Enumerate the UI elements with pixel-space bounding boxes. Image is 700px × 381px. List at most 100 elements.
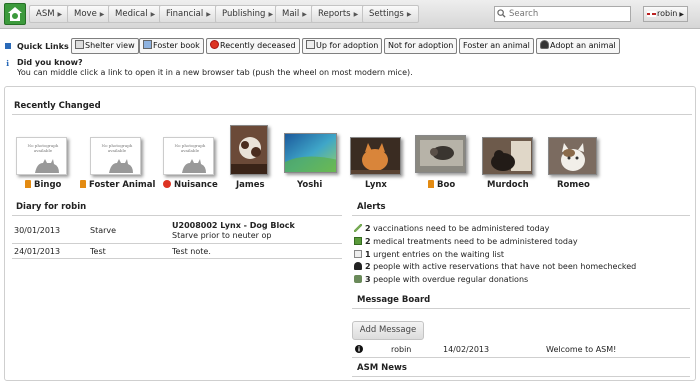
menu-move[interactable]: Move ▶	[67, 5, 112, 23]
top-menu-bar: ASM ▶ Move ▶ Medical ▶ Financial ▶ Publishin…	[0, 0, 700, 29]
cat-silhouette-icon	[35, 159, 59, 173]
caret-right-icon: ▶	[99, 11, 105, 18]
animal-name-text: Lynx	[365, 180, 387, 190]
animal-name-lynx[interactable]: Lynx	[365, 180, 387, 190]
money-icon	[354, 275, 362, 283]
no-photo-text: No photograph available	[27, 143, 59, 153]
quick-link-label: Recently deceased	[220, 41, 296, 50]
user-name: robin	[657, 9, 678, 18]
diary-date: 24/01/2013	[14, 247, 61, 256]
alert-donations[interactable]: 3 people with overdue regular donations	[354, 275, 528, 284]
user-menu-button[interactable]: robin ▶	[643, 6, 688, 22]
animal-name-text: Murdoch	[487, 180, 529, 190]
animal-thumb-murdoch[interactable]	[482, 137, 533, 175]
animal-name-text: James	[236, 180, 265, 190]
animal-name-murdoch[interactable]: Murdoch	[487, 180, 529, 190]
diary-note[interactable]: Test note.	[172, 247, 211, 256]
animal-thumb-foster-animal[interactable]: No photograph available	[90, 137, 141, 175]
menu-medical[interactable]: Medical ▶	[108, 5, 163, 23]
menu-financial[interactable]: Financial ▶	[159, 5, 218, 23]
divider	[352, 215, 690, 216]
divider	[352, 308, 690, 309]
animal-name-bingo[interactable]: Bingo	[25, 180, 61, 190]
menu-label: Medical	[115, 9, 148, 19]
caret-right-icon: ▶	[268, 11, 274, 18]
document-icon	[354, 250, 362, 258]
diary-heading: Diary for robin	[16, 202, 87, 212]
deceased-icon	[210, 40, 219, 49]
animal-thumb-romeo[interactable]	[548, 137, 597, 175]
menu-settings[interactable]: Settings ▶	[362, 5, 419, 23]
alert-waiting-list[interactable]: 1 urgent entries on the waiting list	[354, 250, 504, 259]
alert-count: 1	[365, 250, 371, 259]
message-date: 14/02/2013	[443, 345, 490, 354]
alert-vaccinations[interactable]: 2 vaccinations need to be administered t…	[354, 224, 549, 233]
divider	[12, 243, 342, 244]
alert-count: 2	[365, 237, 371, 246]
message-user: robin	[391, 345, 412, 354]
red-alert-icon	[163, 180, 171, 188]
caret-right-icon: ▶	[57, 11, 63, 18]
animal-name-yoshi[interactable]: Yoshi	[297, 180, 322, 190]
animal-thumb-bingo[interactable]: No photograph available	[16, 137, 67, 175]
animal-name-text: Nuisance	[174, 180, 218, 190]
add-message-button[interactable]: Add Message	[352, 321, 424, 340]
menu-asm[interactable]: ASM ▶	[29, 5, 70, 23]
menu-reports[interactable]: Reports ▶	[311, 5, 366, 23]
quick-link-recently-deceased[interactable]: Recently deceased	[206, 38, 300, 54]
caret-right-icon: ▶	[679, 11, 685, 18]
caret-right-icon: ▶	[206, 11, 211, 18]
caret-right-icon: ▶	[150, 11, 156, 18]
caret-right-icon: ▶	[353, 11, 359, 18]
alert-reservations[interactable]: 2 people with active reservations that h…	[354, 262, 636, 271]
search-input[interactable]	[494, 6, 631, 22]
animal-name-foster-animal[interactable]: Foster Animal	[80, 180, 155, 190]
uk-flag-icon	[647, 10, 656, 17]
animal-thumb-james[interactable]	[230, 125, 268, 175]
animal-name-boo[interactable]: Boo	[428, 180, 455, 190]
book-icon	[143, 40, 152, 49]
divider	[352, 376, 690, 377]
animal-name-text: Bingo	[34, 180, 62, 190]
quick-link-foster-book[interactable]: Foster book	[139, 38, 204, 54]
animal-name-nuisance[interactable]: Nuisance	[163, 180, 218, 190]
cat-silhouette-icon	[109, 159, 133, 173]
animal-thumb-boo[interactable]	[415, 135, 466, 173]
asm-logo-icon[interactable]	[4, 3, 26, 25]
diary-by: Test	[90, 247, 106, 256]
animal-name-james[interactable]: James	[236, 180, 265, 190]
quick-link-adopt-an-animal[interactable]: Adopt an animal	[536, 38, 620, 54]
quick-link-label: Not for adoption	[388, 41, 454, 50]
animal-thumb-nuisance[interactable]: No photograph available	[163, 137, 214, 175]
quick-link-label: Up for adoption	[316, 41, 379, 50]
alert-text: medical treatments need to be administer…	[373, 237, 578, 246]
animal-photo	[285, 134, 336, 172]
menu-label: Mail	[282, 9, 300, 19]
news-heading: ASM News	[357, 363, 407, 373]
animal-thumb-yoshi[interactable]	[284, 133, 337, 173]
adoption-icon	[306, 40, 315, 49]
syringe-icon	[354, 224, 362, 232]
quick-link-label: Foster book	[153, 41, 200, 50]
menu-mail[interactable]: Mail ▶	[275, 5, 314, 23]
quick-link-not-for-adoption[interactable]: Not for adoption	[384, 38, 458, 54]
quick-link-up-for-adoption[interactable]: Up for adoption	[302, 38, 383, 54]
diary-subject[interactable]: U2008002 Lynx - Dog Block	[172, 221, 295, 230]
animal-name-romeo[interactable]: Romeo	[557, 180, 590, 190]
alert-medical[interactable]: 2 medical treatments need to be administ…	[354, 237, 578, 246]
quick-link-shelter-view[interactable]: Shelter view	[71, 38, 139, 54]
quick-link-foster-an-animal[interactable]: Foster an animal	[459, 38, 534, 54]
info-icon	[355, 345, 363, 355]
person-icon	[354, 262, 362, 270]
alert-count: 3	[365, 275, 371, 284]
diary-date: 30/01/2013	[14, 226, 61, 235]
divider	[12, 258, 342, 259]
animal-thumb-lynx[interactable]	[350, 137, 401, 175]
no-photo-text: No photograph available	[174, 143, 206, 153]
alert-count: 2	[365, 262, 371, 271]
menu-publishing[interactable]: Publishing ▶	[215, 5, 281, 23]
quick-link-label: Foster an animal	[463, 41, 530, 50]
alert-text: people with active reservations that hav…	[373, 262, 637, 271]
alerts-heading: Alerts	[357, 202, 386, 212]
animal-photo	[416, 136, 465, 172]
